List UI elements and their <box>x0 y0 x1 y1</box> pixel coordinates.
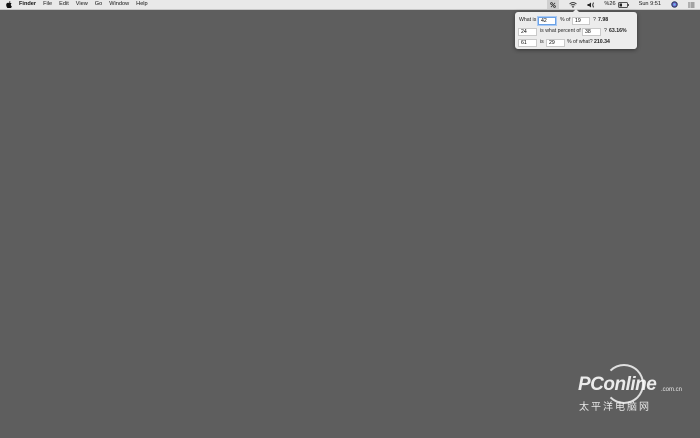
row3-middle-label: is <box>540 39 544 45</box>
row2-value-input[interactable] <box>518 27 537 36</box>
menu-bar-left: Finder File Edit View Go Window Help <box>6 0 155 9</box>
row2-middle-label: is what percent of <box>540 28 581 34</box>
watermark-brand: PConline <box>578 374 657 395</box>
row1-prefix-label: What is <box>519 17 537 23</box>
percentage-calculator-icon[interactable] <box>547 0 560 9</box>
calc-row-percent-of: What is % of ? 7.98 <box>515 16 637 25</box>
row1-middle-label: % of <box>560 17 571 23</box>
row1-base-input[interactable] <box>572 16 590 25</box>
calc-row-what-percent: is what percent of ? 63.16% <box>515 27 637 36</box>
menu-bar-right: %26 Sun 9:51 <box>542 0 700 9</box>
menu-clock[interactable]: Sun 9:51 <box>639 0 661 9</box>
volume-icon[interactable] <box>587 1 595 8</box>
menu-bar: Finder File Edit View Go Window Help %26… <box>0 0 700 10</box>
pconline-watermark: PConline .com.cn 太平洋电脑网 <box>575 362 693 413</box>
battery-percent: %26 <box>604 1 616 7</box>
apple-menu-icon[interactable] <box>6 1 12 8</box>
row3-value-input[interactable] <box>518 38 537 47</box>
menu-file[interactable]: File <box>43 0 52 9</box>
notification-center-icon[interactable] <box>688 1 695 8</box>
menu-help[interactable]: Help <box>136 0 148 9</box>
menu-window[interactable]: Window <box>109 0 129 9</box>
menu-go[interactable]: Go <box>95 0 102 9</box>
row3-percent-input[interactable] <box>546 38 565 47</box>
battery-icon <box>617 1 629 8</box>
row1-question-mark: ? <box>593 17 596 23</box>
wifi-icon[interactable] <box>569 1 578 8</box>
row2-result: 63.16% <box>609 28 627 34</box>
watermark-domain: .com.cn <box>661 387 683 393</box>
menu-view[interactable]: View <box>76 0 88 9</box>
popover-arrow <box>573 9 579 12</box>
siri-icon[interactable] <box>671 1 678 8</box>
row2-base-input[interactable] <box>582 27 601 36</box>
row3-result: 210.34 <box>594 39 610 45</box>
menu-finder[interactable]: Finder <box>19 0 36 9</box>
row2-question-mark: ? <box>604 28 607 34</box>
menu-edit[interactable]: Edit <box>59 0 69 9</box>
row1-percent-input[interactable] <box>538 16 556 25</box>
battery-status[interactable]: %26 <box>604 0 629 9</box>
calc-row-percent-of-what: is % of what? 210.34 <box>515 38 637 47</box>
row3-suffix-label: % of what? <box>567 39 593 45</box>
percentage-calculator-popover: What is % of ? 7.98 is what percent of ?… <box>515 9 637 49</box>
row1-result: 7.98 <box>598 17 609 23</box>
watermark-subtitle: 太平洋电脑网 <box>579 402 651 413</box>
